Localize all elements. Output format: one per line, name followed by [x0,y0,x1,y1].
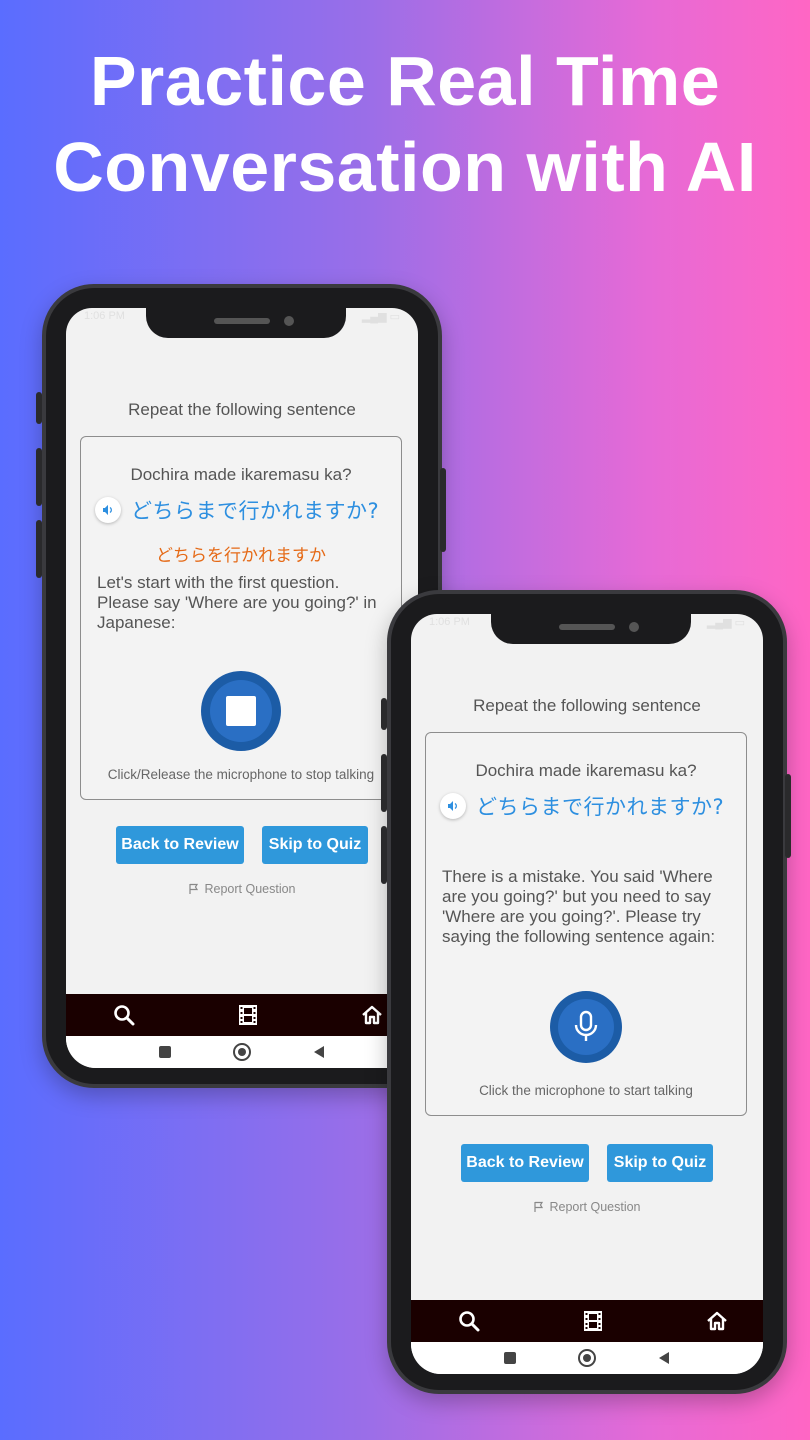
film-icon[interactable] [236,1003,260,1027]
microphone-icon [574,1010,598,1041]
signal-icon: ▂▄▆ ▭ [706,617,745,629]
headline: Practice Real Time Conversation with AI [0,38,810,210]
recents-icon[interactable] [159,1046,171,1058]
status-time: 1:06 PM [429,616,470,628]
earpiece-speaker [559,624,615,630]
sentence-card: Dochira made ikaremasu ka? どちらまで行かれますか? … [425,732,747,1116]
flag-icon [189,883,199,894]
japanese-text: どちらまで行かれますか? [131,499,380,523]
phone-2-side-button [381,826,387,884]
headline-line-1: Practice Real Time [89,42,721,120]
phone-1-side-button [36,392,42,424]
speaker-icon [448,801,457,811]
report-question-label: Report Question [204,882,296,896]
front-camera [284,316,294,326]
recents-icon[interactable] [504,1352,516,1364]
report-question-label: Report Question [549,1200,641,1214]
earpiece-speaker [214,318,270,324]
sentence-card: Dochira made ikaremasu ka? どちらまで行かれますか? … [80,436,402,800]
phone-2-side-button [381,754,387,812]
bottom-nav [66,994,418,1036]
status-time: 1:06 PM [84,310,125,322]
phone-2-notch [491,614,691,644]
home-circle-icon[interactable] [578,1349,596,1367]
search-icon[interactable] [112,1003,136,1027]
search-icon[interactable] [457,1309,481,1333]
feedback-message: Let's start with the first question. Ple… [97,573,377,632]
system-nav [411,1342,763,1374]
phone-1-side-button [36,448,42,506]
speaker-button[interactable] [95,497,121,523]
back-triangle-icon[interactable] [658,1351,670,1365]
japanese-row: どちらまで行かれますか? [440,791,724,821]
bottom-nav [411,1300,763,1342]
phone-1-side-button [440,468,446,552]
mic-hint: Click/Release the microphone to stop tal… [107,767,375,782]
phone-2: 1:06 PM ▂▄▆ ▭ Repeat the following sente… [381,590,791,1394]
headline-line-2: Conversation with AI [53,128,757,206]
stop-icon [226,696,256,726]
film-icon[interactable] [581,1309,605,1333]
phone-2-side-button [381,698,387,730]
microphone-button-inner [558,999,614,1055]
phone-1: 1:06 PM ▂▄▆ ▭ Repeat the following sente… [36,284,446,1088]
romaji-text: Dochira made ikaremasu ka? [475,761,697,780]
prompt-text: Repeat the following sentence [128,400,356,419]
japanese-row: どちらまで行かれますか? [95,495,379,525]
home-icon[interactable] [705,1309,729,1333]
phone-1-screen: 1:06 PM ▂▄▆ ▭ Repeat the following sente… [66,308,418,1068]
home-icon[interactable] [360,1003,384,1027]
front-camera [629,622,639,632]
system-nav [66,1036,418,1068]
phone-2-screen: 1:06 PM ▂▄▆ ▭ Repeat the following sente… [411,614,763,1374]
mic-hint: Click the microphone to start talking [479,1083,693,1098]
report-question-link[interactable]: Report Question [411,1200,763,1214]
home-circle-icon[interactable] [233,1043,251,1061]
prompt-text: Repeat the following sentence [473,696,701,715]
report-question-link[interactable]: Report Question [66,882,418,896]
stop-button-inner [210,680,272,742]
signal-icon: ▂▄▆ ▭ [361,311,400,323]
back-triangle-icon[interactable] [313,1045,325,1059]
back-to-review-button[interactable]: Back to Review [116,826,244,864]
skip-to-quiz-button[interactable]: Skip to Quiz [607,1144,713,1182]
feedback-message: There is a mistake. You said 'Where are … [442,867,716,946]
flag-icon [534,1201,544,1212]
heard-text: どちらを行かれますか [156,546,326,566]
back-to-review-button[interactable]: Back to Review [461,1144,589,1182]
speaker-button[interactable] [440,793,466,819]
phone-1-side-button [36,520,42,578]
speaker-icon [103,505,112,515]
microphone-button[interactable] [550,991,622,1063]
japanese-text: どちらまで行かれますか? [476,795,725,819]
stop-recording-button[interactable] [201,671,281,751]
phone-2-side-button [785,774,791,858]
skip-to-quiz-button[interactable]: Skip to Quiz [262,826,368,864]
romaji-text: Dochira made ikaremasu ka? [130,465,352,484]
phone-1-notch [146,308,346,338]
